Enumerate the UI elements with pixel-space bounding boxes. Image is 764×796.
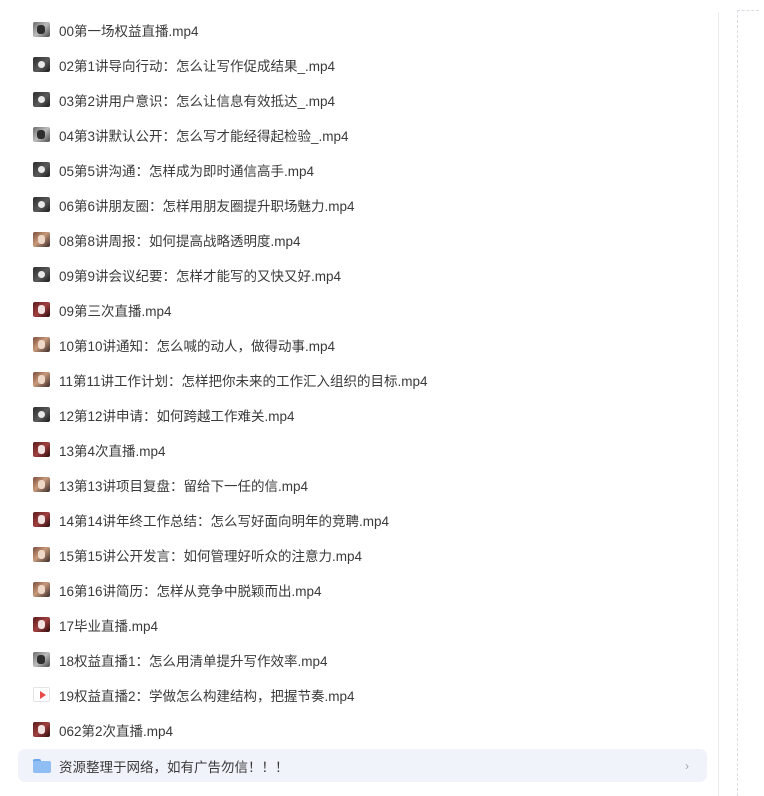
video-thumbnail-icon	[33, 267, 50, 282]
file-name: 10第10讲通知：怎么喊的动人，做得动事.mp4	[59, 338, 336, 354]
video-file-icon	[33, 687, 50, 702]
video-thumbnail-icon	[33, 372, 50, 387]
file-row[interactable]: 00第一场权益直播.mp4	[18, 12, 718, 47]
right-side-panel	[737, 10, 759, 796]
file-name: 06第6讲朋友圈：怎样用朋友圈提升职场魅力.mp4	[59, 198, 355, 214]
file-row[interactable]: 09第9讲会议纪要：怎样才能写的又快又好.mp4	[18, 257, 718, 292]
file-name: 18权益直播1：怎么用清单提升写作效率.mp4	[59, 653, 328, 669]
file-name: 16第16讲简历：怎样从竞争中脱颖而出.mp4	[59, 583, 322, 599]
file-name: 062第2次直播.mp4	[59, 723, 174, 739]
file-name: 19权益直播2：学做怎么构建结构，把握节奏.mp4	[59, 688, 355, 704]
file-name: 11第11讲工作计划：怎样把你未来的工作汇入组织的目标.mp4	[59, 373, 428, 389]
file-name: 15第15讲公开发言：如何管理好听众的注意力.mp4	[59, 548, 363, 564]
file-list: 00第一场权益直播.mp4 02第1讲导向行动：怎么让写作促成结果_.mp4 03第…	[18, 12, 718, 747]
video-thumbnail-icon	[33, 512, 50, 527]
file-name: 13第4次直播.mp4	[59, 443, 166, 459]
file-name: 17毕业直播.mp4	[59, 618, 159, 634]
chevron-right-icon[interactable]: ›	[685, 759, 689, 773]
video-thumbnail-icon	[33, 302, 50, 317]
video-thumbnail-icon	[33, 22, 50, 37]
video-thumbnail-icon	[33, 407, 50, 422]
file-name: 14第14讲年终工作总结：怎么写好面向明年的竞聘.mp4	[59, 513, 390, 529]
file-list-panel: 00第一场权益直播.mp4 02第1讲导向行动：怎么让写作促成结果_.mp4 03第…	[18, 12, 719, 796]
file-row[interactable]: 04第3讲默认公开：怎么写才能经得起检验_.mp4	[18, 117, 718, 152]
file-row[interactable]: 15第15讲公开发言：如何管理好听众的注意力.mp4	[18, 537, 718, 572]
file-row[interactable]: 11第11讲工作计划：怎样把你未来的工作汇入组织的目标.mp4	[18, 362, 718, 397]
folder-name: 资源整理于网络，如有广告勿信！！！	[59, 759, 289, 775]
video-thumbnail-icon	[33, 127, 50, 142]
file-name: 00第一场权益直播.mp4	[59, 23, 199, 39]
file-row[interactable]: 06第6讲朋友圈：怎样用朋友圈提升职场魅力.mp4	[18, 187, 718, 222]
video-thumbnail-icon	[33, 162, 50, 177]
file-name: 03第2讲用户意识：怎么让信息有效抵达_.mp4	[59, 93, 336, 109]
file-name: 04第3讲默认公开：怎么写才能经得起检验_.mp4	[59, 128, 349, 144]
video-thumbnail-icon	[33, 547, 50, 562]
video-thumbnail-icon	[33, 477, 50, 492]
file-row[interactable]: 14第14讲年终工作总结：怎么写好面向明年的竞聘.mp4	[18, 502, 718, 537]
file-row[interactable]: 08第8讲周报：如何提高战略透明度.mp4	[18, 222, 718, 257]
video-thumbnail-icon	[33, 92, 50, 107]
file-row[interactable]: 19权益直播2：学做怎么构建结构，把握节奏.mp4	[18, 677, 718, 712]
video-thumbnail-icon	[33, 232, 50, 247]
file-row[interactable]: 17毕业直播.mp4	[18, 607, 718, 642]
file-row[interactable]: 18权益直播1：怎么用清单提升写作效率.mp4	[18, 642, 718, 677]
video-thumbnail-icon	[33, 617, 50, 632]
video-thumbnail-icon	[33, 582, 50, 597]
video-thumbnail-icon	[33, 442, 50, 457]
file-row[interactable]: 12第12讲申请：如何跨越工作难关.mp4	[18, 397, 718, 432]
file-name: 09第9讲会议纪要：怎样才能写的又快又好.mp4	[59, 268, 342, 284]
file-row[interactable]: 13第13讲项目复盘：留给下一任的信.mp4	[18, 467, 718, 502]
video-thumbnail-icon	[33, 337, 50, 352]
folder-row[interactable]: 资源整理于网络，如有广告勿信！！！ ›	[18, 749, 707, 782]
file-name: 09第三次直播.mp4	[59, 303, 172, 319]
file-name: 02第1讲导向行动：怎么让写作促成结果_.mp4	[59, 58, 336, 74]
file-row[interactable]: 062第2次直播.mp4	[18, 712, 718, 747]
file-name: 13第13讲项目复盘：留给下一任的信.mp4	[59, 478, 309, 494]
folder-icon	[33, 758, 51, 773]
video-thumbnail-icon	[33, 57, 50, 72]
video-thumbnail-icon	[33, 722, 50, 737]
file-row[interactable]: 13第4次直播.mp4	[18, 432, 718, 467]
video-thumbnail-icon	[33, 652, 50, 667]
file-name: 08第8讲周报：如何提高战略透明度.mp4	[59, 233, 301, 249]
file-row[interactable]: 09第三次直播.mp4	[18, 292, 718, 327]
file-row[interactable]: 10第10讲通知：怎么喊的动人，做得动事.mp4	[18, 327, 718, 362]
file-row[interactable]: 16第16讲简历：怎样从竞争中脱颖而出.mp4	[18, 572, 718, 607]
video-thumbnail-icon	[33, 197, 50, 212]
file-row[interactable]: 05第5讲沟通：怎样成为即时通信高手.mp4	[18, 152, 718, 187]
file-row[interactable]: 03第2讲用户意识：怎么让信息有效抵达_.mp4	[18, 82, 718, 117]
file-name: 12第12讲申请：如何跨越工作难关.mp4	[59, 408, 295, 424]
file-row[interactable]: 02第1讲导向行动：怎么让写作促成结果_.mp4	[18, 47, 718, 82]
file-name: 05第5讲沟通：怎样成为即时通信高手.mp4	[59, 163, 315, 179]
